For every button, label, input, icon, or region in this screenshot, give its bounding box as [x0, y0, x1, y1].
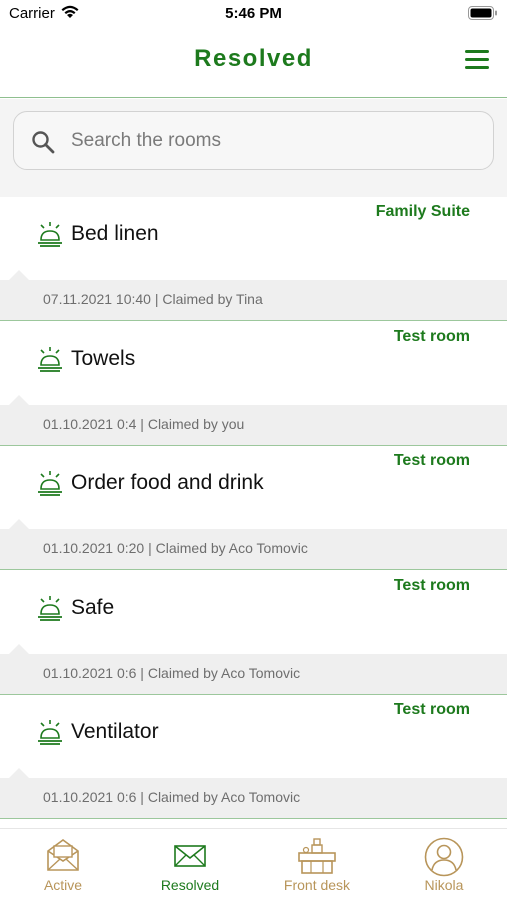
request-meta-bar: 01.10.2021 0:6 | Claimed by Aco Tomovic [0, 768, 507, 819]
front-desk-icon [298, 838, 336, 874]
request-meta-bar: 01.10.2021 0:20 | Claimed by Aco Tomovic [0, 519, 507, 570]
list-item[interactable]: Test room Safe 01.10.2021 0:6 | Claimed … [0, 570, 507, 695]
request-meta: 07.11.2021 10:40 | Claimed by Tina [43, 291, 263, 307]
request-name: Ventilator [71, 720, 159, 743]
request-meta-bar: 01.10.2021 0:4 | Claimed by you [0, 394, 507, 446]
app-header: Resolved [0, 30, 507, 98]
search-icon [32, 131, 55, 154]
request-meta: 01.10.2021 0:6 | Claimed by Aco Tomovic [43, 789, 301, 805]
request-name: Safe [71, 595, 115, 619]
request-name: Order food and drink [71, 471, 264, 494]
room-label: Family Suite [375, 203, 470, 220]
tab-label: Resolved [160, 877, 220, 893]
service-bell-icon [38, 222, 62, 247]
envelope-icon [174, 845, 206, 867]
battery-icon [468, 6, 497, 20]
list-item[interactable]: Test room Towels 01.10.2021 0:4 | Claime… [0, 321, 507, 446]
room-label: Test room [393, 452, 470, 469]
request-meta: 01.10.2021 0:20 | Claimed by Aco Tomovic [43, 540, 308, 556]
request-meta: 01.10.2021 0:6 | Claimed by Aco Tomovic [43, 664, 301, 681]
service-bell-icon [38, 720, 62, 745]
hamburger-menu-icon[interactable] [465, 50, 489, 70]
tab-label: Active [43, 877, 83, 893]
service-bell-icon [38, 471, 62, 496]
request-name: Bed linen [71, 222, 159, 245]
tab-profile[interactable]: Nikola [381, 829, 507, 900]
service-bell-icon [38, 346, 62, 372]
request-meta: 01.10.2021 0:4 | Claimed by you [43, 415, 245, 432]
open-envelope-icon [47, 839, 79, 871]
room-label: Test room [393, 327, 470, 345]
tab-label: Front desk [283, 877, 351, 893]
request-meta-bar: 01.10.2021 0:6 | Claimed by Aco Tomovic [0, 643, 507, 695]
list-item[interactable]: Family Suite Bed linen 07.11.2021 10:40 … [0, 197, 507, 322]
clock: 5:46 PM [225, 5, 282, 22]
tab-front-desk[interactable]: Front desk [254, 829, 380, 900]
room-label: Test room [393, 576, 470, 594]
request-meta-bar: 07.11.2021 10:40 | Claimed by Tina [0, 270, 507, 321]
page-title: Resolved [194, 45, 313, 72]
user-icon [424, 837, 464, 877]
request-list: Family Suite Bed linen 07.11.2021 10:40 … [0, 197, 507, 820]
status-bar: Carrier 5:46 PM [0, 0, 507, 30]
search-input[interactable] [71, 124, 471, 158]
request-name: Towels [71, 346, 136, 370]
list-item[interactable]: Test room Order food and drink 01.10.202… [0, 446, 507, 571]
tab-resolved[interactable]: Resolved [127, 829, 253, 900]
service-bell-icon [38, 595, 62, 621]
tab-active[interactable]: Active [0, 829, 126, 900]
bottom-tab-bar: Active Resolved Front desk Nikola [0, 828, 507, 900]
tab-label: Nikola [424, 877, 464, 893]
search-box[interactable] [13, 111, 494, 170]
room-label: Test room [393, 701, 470, 718]
search-area [0, 99, 507, 197]
list-item[interactable]: Test room Ventilator 01.10.2021 0:6 | Cl… [0, 695, 507, 820]
